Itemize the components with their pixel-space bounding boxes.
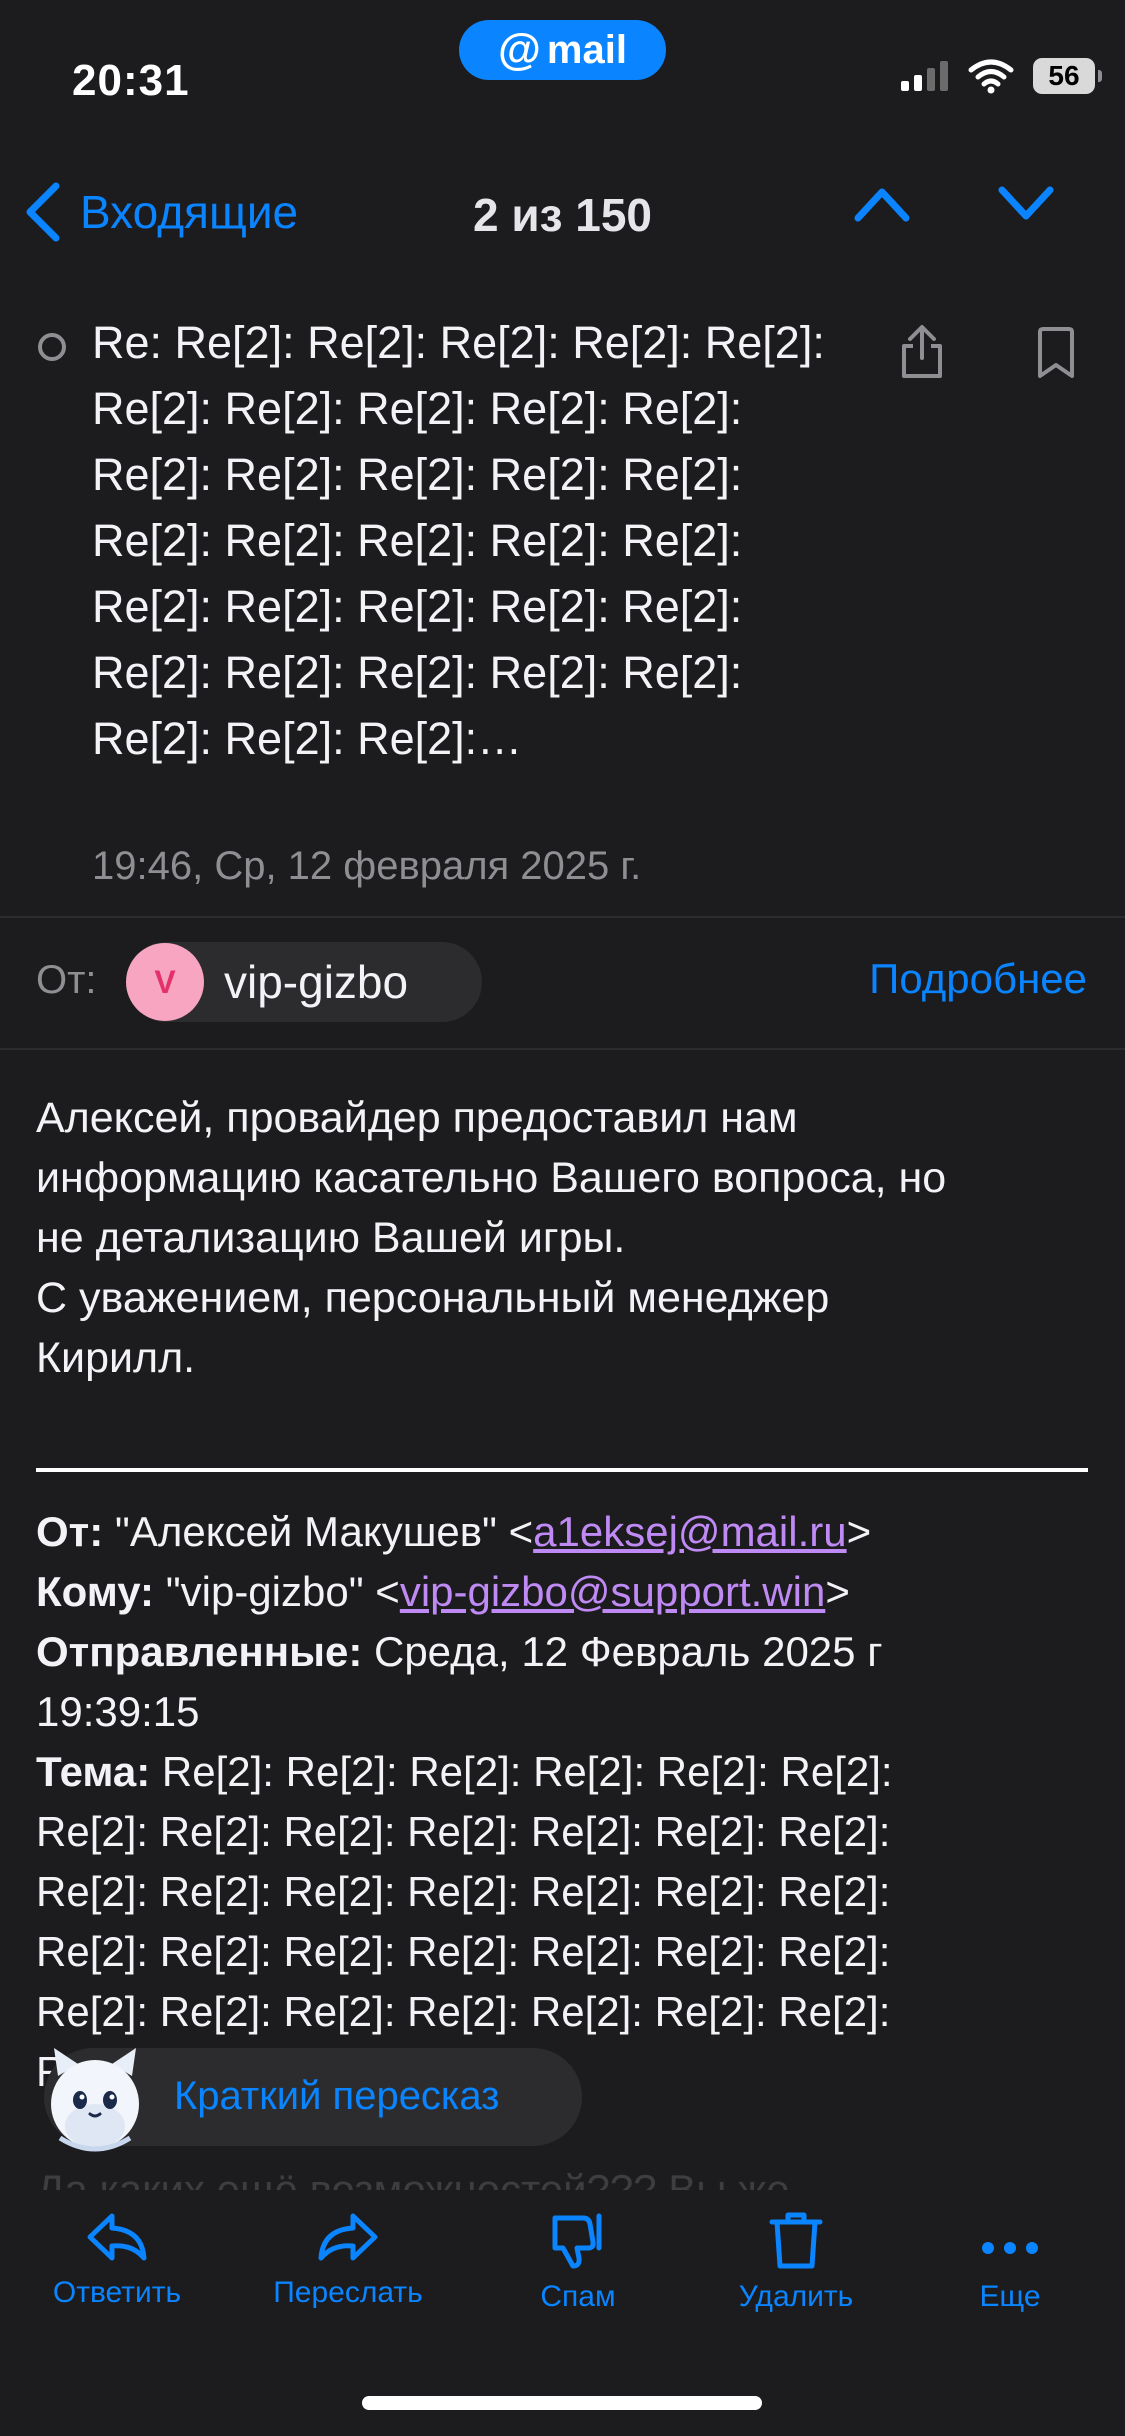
share-icon (902, 325, 942, 378)
quoted-subject-line: Re[2]: Re[2]: Re[2]: Re[2]: Re[2]: Re[2]… (36, 1928, 891, 1975)
body-line: Алексей, провайдер предоставил нам (36, 1094, 798, 1142)
message-body: Алексей, провайдер предоставил нам инфор… (36, 1088, 1096, 1388)
details-link[interactable]: Подробнее (869, 955, 1087, 1003)
quoted-header: От: "Алексей Макушев" <a1eksej@mail.ru> … (36, 1502, 1096, 2102)
message-subject: Re: Re[2]: Re[2]: Re[2]: Re[2]: Re[2]: R… (92, 317, 825, 764)
quoted-from: От: "Алексей Макушев" <a1eksej@mail.ru> (36, 1502, 1096, 1562)
body-line: информацию касательно Вашего вопроса, но (36, 1154, 947, 1202)
quoted-to: Кому: "vip-gizbo" <vip-gizbo@support.win… (36, 1562, 1096, 1622)
mascot-icon (51, 2048, 139, 2152)
mail-app-badge[interactable]: @ mail (459, 20, 666, 80)
status-time: 20:31 (72, 56, 190, 105)
quoted-subject-line: Re[2]: Re[2]: Re[2]: Re[2]: Re[2]: Re[2]… (36, 1988, 891, 2035)
body-line: С уважением, персональный менеджер (36, 1274, 830, 1322)
quoted-subject-line: Re[2]: Re[2]: Re[2]: Re[2]: Re[2]: Re[2]… (36, 1868, 891, 1915)
delete-label: Удалить (738, 2280, 854, 2313)
reply-label: Ответить (52, 2276, 182, 2309)
divider (0, 916, 1125, 918)
forward-icon (318, 2213, 378, 2261)
unread-toggle[interactable] (38, 333, 66, 361)
quoted-to-email-link[interactable]: vip-gizbo@support.win (400, 1568, 826, 1615)
more-button[interactable]: Еще (960, 2226, 1060, 2314)
summary-label: Краткий пересказ (174, 2074, 500, 2118)
quote-divider (36, 1468, 1088, 1472)
bookmark-button[interactable] (1034, 326, 1078, 385)
summary-button[interactable]: Краткий пересказ (44, 2048, 582, 2152)
body-line: Кирилл. (36, 1334, 196, 1382)
mail-message-screen: 20:31 @ mail 56 Входящие 2 из 150 Re: Re… (0, 0, 1125, 2436)
previous-message-button[interactable] (852, 184, 912, 229)
reply-icon (87, 2213, 147, 2261)
forward-label: Переслать (273, 2276, 423, 2309)
spam-label: Спам (540, 2280, 616, 2313)
at-icon: @ (498, 25, 541, 74)
quoted-subject: Тема: Re[2]: Re[2]: Re[2]: Re[2]: Re[2]:… (36, 1742, 1096, 1802)
wifi-icon (968, 59, 1014, 94)
quoted-from-email-link[interactable]: a1eksej@mail.ru (533, 1508, 846, 1555)
quoted-sent-label: Отправленные: (36, 1628, 363, 1675)
chevron-down-icon (998, 186, 1054, 220)
sender-chip[interactable]: V vip-gizbo (126, 942, 482, 1022)
share-button[interactable] (898, 324, 946, 385)
cellular-signal-icon (901, 61, 948, 91)
bookmark-icon (1038, 327, 1074, 378)
reply-button[interactable]: Ответить (50, 2210, 184, 2310)
bottom-toolbar: Ответить Переслать Спам Удалить Еще (0, 2190, 1125, 2340)
message-counter: 2 из 150 (472, 189, 653, 241)
mail-app-badge-label: mail (546, 27, 627, 72)
forward-button[interactable]: Переслать (268, 2210, 428, 2310)
quoted-subject-text: Re[2]: Re[2]: Re[2]: Re[2]: Re[2]: Re[2]… (150, 1748, 893, 1795)
avatar: V (126, 943, 204, 1021)
quoted-sent-time: 19:39:15 (36, 1688, 200, 1735)
body-line: не детализацию Вашей игры. (36, 1214, 626, 1262)
more-label: Еще (979, 2280, 1041, 2313)
thumbs-down-icon (552, 2213, 602, 2269)
more-dots-icon (982, 2242, 1038, 2254)
sender-name: vip-gizbo (224, 956, 409, 1008)
quoted-subject-label: Тема: (36, 1748, 151, 1795)
quoted-sent: Отправленные: Среда, 12 Февраль 2025 г (36, 1622, 1096, 1682)
bracket: > (846, 1508, 872, 1555)
quoted-sent-value: Среда, 12 Февраль 2025 г (362, 1628, 883, 1675)
quoted-to-name: "vip-gizbo" < (154, 1568, 400, 1615)
quoted-from-name: "Алексей Макушев" < (103, 1508, 534, 1555)
chevron-up-icon (854, 188, 910, 222)
trash-icon (769, 2212, 823, 2269)
divider (0, 1048, 1125, 1050)
message-nav-bar: Входящие 2 из 150 (0, 170, 1125, 260)
spam-button[interactable]: Спам (528, 2210, 628, 2314)
delete-button[interactable]: Удалить (726, 2210, 866, 2314)
quoted-subject-line: Re[2]: Re[2]: Re[2]: Re[2]: Re[2]: Re[2]… (36, 1808, 891, 1855)
next-message-button[interactable] (996, 184, 1056, 229)
status-icons: 56 (901, 58, 1102, 94)
bracket: > (825, 1568, 850, 1615)
from-label: От: (36, 958, 97, 1002)
home-indicator[interactable] (362, 2396, 762, 2410)
quoted-from-label: От: (36, 1508, 104, 1555)
battery-icon: 56 (1033, 58, 1102, 94)
message-date: 19:46, Ср, 12 февраля 2025 г. (92, 844, 642, 888)
quoted-to-label: Кому: (36, 1568, 155, 1615)
